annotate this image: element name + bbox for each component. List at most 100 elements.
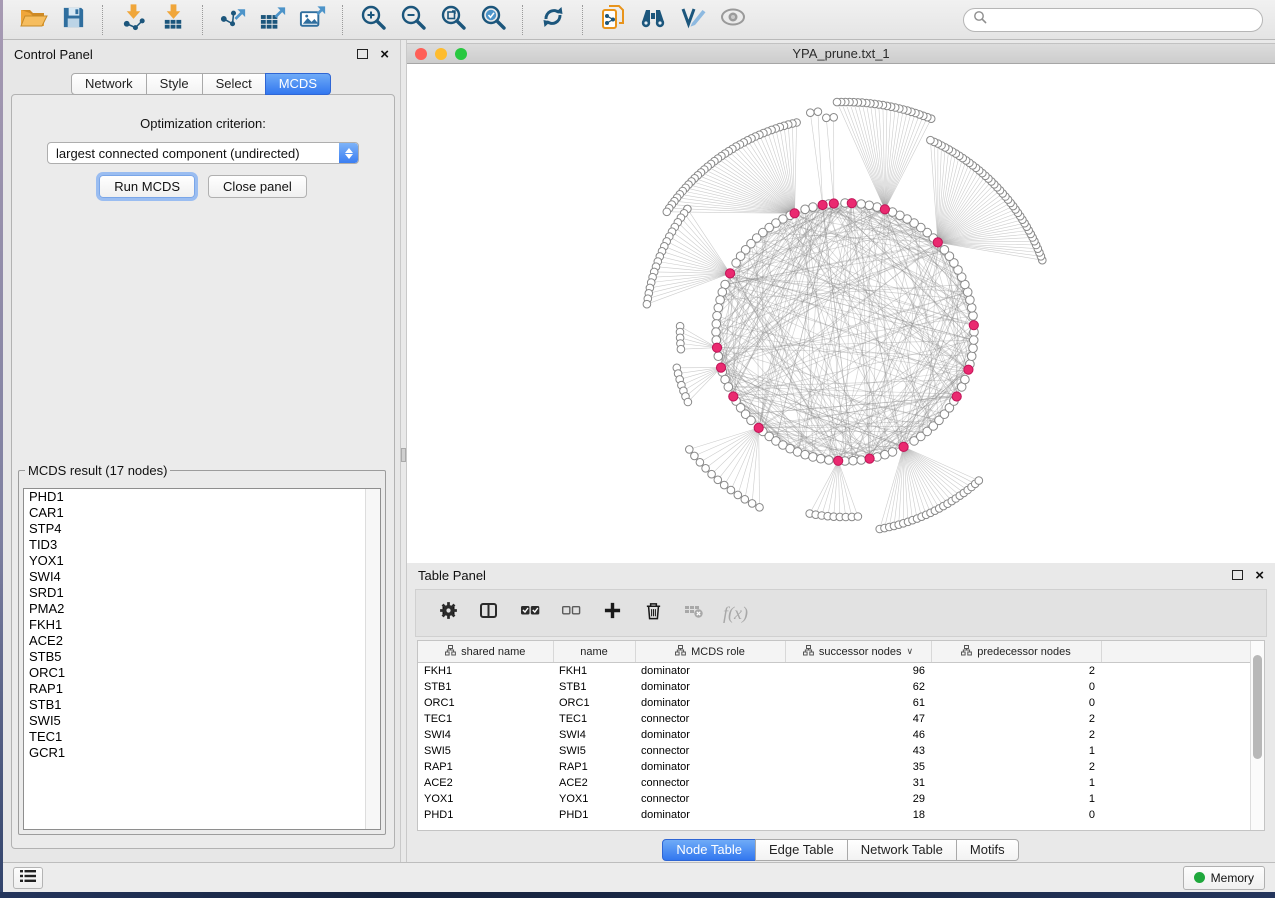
ring-node[interactable] (966, 296, 975, 305)
cell-predecessor-nodes[interactable]: 2 (931, 663, 1101, 680)
leaf-node[interactable] (975, 477, 983, 485)
tab-select[interactable]: Select (202, 73, 266, 95)
cell-predecessor-nodes[interactable]: 1 (931, 791, 1101, 807)
table-scrollbar[interactable] (1250, 641, 1264, 830)
column-header-MCDS-role[interactable]: MCDS role (635, 641, 785, 663)
leaf-node[interactable] (684, 398, 692, 406)
ring-node[interactable] (857, 200, 866, 209)
table-row[interactable]: YOX1YOX1connector291 (418, 791, 1264, 807)
cell-MCDS-role[interactable]: dominator (635, 727, 785, 743)
zoom-out-button[interactable] (393, 3, 433, 37)
ring-node[interactable] (747, 416, 756, 425)
settings-gear-button[interactable] (436, 601, 460, 625)
mcds-hub-node[interactable] (834, 456, 843, 465)
cell-successor-nodes[interactable]: 62 (785, 679, 931, 695)
network-canvas[interactable] (407, 64, 1275, 563)
ring-node[interactable] (713, 312, 722, 321)
cell-shared-name[interactable]: TEC1 (418, 711, 553, 727)
mcds-result-item[interactable]: PHD1 (24, 489, 380, 505)
refresh-layout-button[interactable] (533, 3, 573, 37)
memory-button[interactable]: Memory (1183, 866, 1265, 890)
mcds-hub-node[interactable] (729, 392, 738, 401)
ring-node[interactable] (940, 246, 949, 255)
leaf-node[interactable] (833, 98, 841, 106)
open-file-button[interactable] (13, 3, 53, 37)
mcds-result-item[interactable]: STB5 (24, 649, 380, 665)
ring-node[interactable] (961, 375, 970, 384)
cell-shared-name[interactable]: SWI4 (418, 727, 553, 743)
ring-node[interactable] (712, 328, 721, 337)
search-input[interactable] (987, 12, 1253, 28)
export-network-button[interactable] (213, 3, 253, 37)
ring-node[interactable] (718, 288, 727, 297)
float-panel-icon[interactable] (357, 49, 368, 59)
table-row[interactable]: ORC1ORC1dominator610 (418, 695, 1264, 711)
cell-MCDS-role[interactable]: dominator (635, 679, 785, 695)
criterion-dropdown[interactable]: largest connected component (undirected) (47, 142, 359, 164)
cell-shared-name[interactable]: STB1 (418, 679, 553, 695)
cell-name[interactable]: FKH1 (553, 663, 635, 680)
mcds-hub-node[interactable] (933, 238, 942, 247)
ring-node[interactable] (712, 320, 721, 329)
tab-edge-table[interactable]: Edge Table (755, 839, 848, 861)
leaf-node[interactable] (691, 452, 699, 460)
leaf-node[interactable] (696, 459, 704, 467)
leaf-node[interactable] (643, 300, 651, 308)
leaf-node[interactable] (854, 513, 862, 521)
mcds-result-item[interactable]: SWI5 (24, 713, 380, 729)
mcds-hub-node[interactable] (964, 365, 973, 374)
table-row[interactable]: PHD1PHD1dominator180 (418, 807, 1264, 823)
tab-network-table[interactable]: Network Table (847, 839, 957, 861)
cell-successor-nodes[interactable]: 96 (785, 663, 931, 680)
ring-node[interactable] (969, 312, 978, 321)
mcds-hub-node[interactable] (969, 321, 978, 330)
select-all-button[interactable] (518, 601, 542, 625)
leaf-node[interactable] (677, 345, 685, 353)
ring-node[interactable] (716, 296, 725, 305)
cell-shared-name[interactable]: ORC1 (418, 695, 553, 711)
mcds-result-item[interactable]: STP4 (24, 521, 380, 537)
table-row[interactable]: FKH1FKH1dominator962 (418, 663, 1264, 680)
cell-shared-name[interactable]: YOX1 (418, 791, 553, 807)
cell-name[interactable]: SWI4 (553, 727, 635, 743)
cell-successor-nodes[interactable]: 61 (785, 695, 931, 711)
column-header-successor-nodes[interactable]: successor nodes∨ (785, 641, 931, 663)
cell-shared-name[interactable]: ACE2 (418, 775, 553, 791)
tab-node-table[interactable]: Node Table (662, 839, 756, 861)
ring-node[interactable] (857, 456, 866, 465)
mcds-hub-node[interactable] (818, 200, 827, 209)
deselect-all-button[interactable] (559, 601, 583, 625)
mcds-hub-node[interactable] (880, 205, 889, 214)
mcds-hub-node[interactable] (865, 454, 874, 463)
ring-node[interactable] (801, 450, 810, 459)
table-row[interactable]: TEC1TEC1connector472 (418, 711, 1264, 727)
tab-motifs[interactable]: Motifs (956, 839, 1019, 861)
network-graph[interactable] (407, 64, 1275, 563)
search-box[interactable] (963, 8, 1263, 32)
mcds-list-scrollbar[interactable] (365, 489, 380, 829)
splitter-grip[interactable] (401, 448, 406, 462)
leaf-node[interactable] (708, 470, 716, 478)
zoom-in-button[interactable] (353, 3, 393, 37)
cell-name[interactable]: YOX1 (553, 791, 635, 807)
cell-name[interactable]: STB1 (553, 679, 635, 695)
cell-predecessor-nodes[interactable]: 0 (931, 679, 1101, 695)
run-mcds-button[interactable]: Run MCDS (99, 175, 195, 198)
cell-successor-nodes[interactable]: 46 (785, 727, 931, 743)
cell-successor-nodes[interactable]: 31 (785, 775, 931, 791)
network-search-button[interactable] (633, 3, 673, 37)
ring-node[interactable] (888, 448, 897, 457)
ring-node[interactable] (809, 453, 818, 462)
mcds-hub-node[interactable] (952, 392, 961, 401)
mcds-result-item[interactable]: YOX1 (24, 553, 380, 569)
leaf-node[interactable] (756, 504, 764, 512)
mcds-hub-node[interactable] (847, 199, 856, 208)
delete-column-button[interactable] (641, 601, 665, 625)
ring-node[interactable] (825, 456, 834, 465)
close-table-panel-icon[interactable]: × (1255, 568, 1264, 583)
mcds-hub-node[interactable] (829, 199, 838, 208)
mcds-hub-node[interactable] (754, 423, 763, 432)
table-row[interactable]: ACE2ACE2connector311 (418, 775, 1264, 791)
leaf-node[interactable] (663, 208, 671, 216)
ring-node[interactable] (969, 336, 978, 345)
